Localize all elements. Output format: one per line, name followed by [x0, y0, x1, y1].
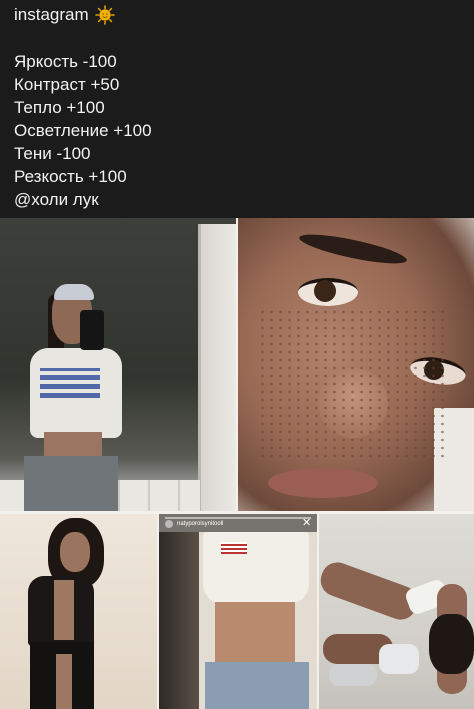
story-username: natyporoisynitooll	[177, 521, 224, 527]
photo-collage: natyporoisynitooll ✕	[0, 218, 474, 709]
setting-warmth: Тепло +100	[14, 98, 105, 117]
story-screenshot-photo: natyporoisynitooll ✕	[159, 514, 317, 709]
setting-shadows: Тени -100	[14, 144, 91, 163]
avatar	[165, 520, 173, 528]
setting-contrast: Контраст +50	[14, 75, 120, 94]
edit-settings-list: Яркость -100 Контраст +50 Тепло +100 Осв…	[14, 50, 152, 211]
close-icon: ✕	[302, 517, 312, 529]
caption-panel: instagram Яркость -100 Контраст +50 Тепл…	[0, 0, 474, 218]
sun-emoji-icon	[94, 5, 115, 25]
mirror-selfie-photo	[0, 218, 236, 511]
phone-icon	[80, 310, 104, 350]
title-text: instagram	[14, 5, 89, 24]
setting-highlights: Осветление +100	[14, 121, 152, 140]
setting-brightness: Яркость -100	[14, 52, 117, 71]
story-progress-bar	[165, 517, 311, 519]
author-handle: @холи лук	[14, 190, 99, 209]
freckled-face-closeup-photo	[238, 218, 474, 511]
title-row: instagram	[14, 4, 115, 26]
dark-outfit-photo	[0, 514, 157, 709]
setting-sharpness: Резкость +100	[14, 167, 127, 186]
floor-pose-photo	[319, 514, 474, 709]
